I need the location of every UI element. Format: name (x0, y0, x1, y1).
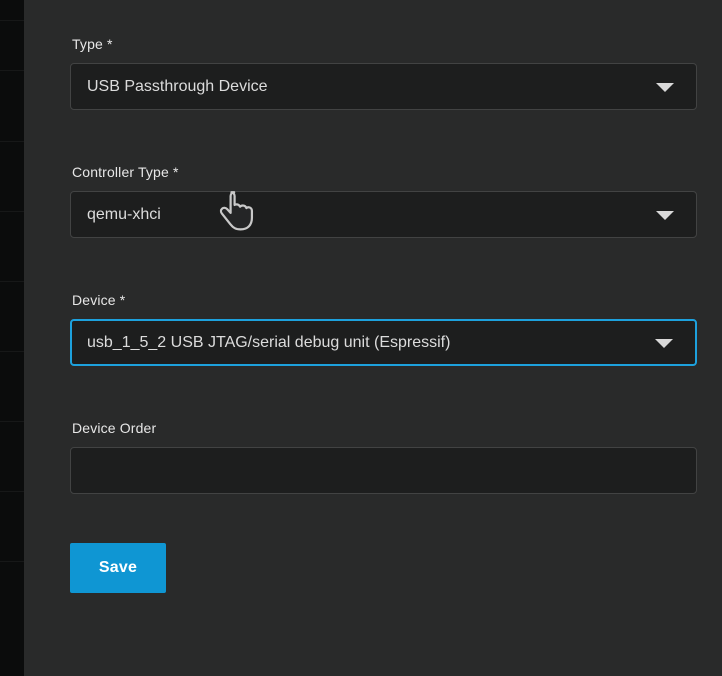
row-divider (0, 211, 24, 212)
device-select-value: usb_1_5_2 USB JTAG/serial debug unit (Es… (87, 333, 451, 351)
device-order-label: Device Order (72, 420, 157, 436)
controller-type-select-value: qemu-xhci (87, 205, 161, 223)
dropdown-arrow-icon (656, 210, 674, 220)
save-button[interactable]: Save (70, 543, 166, 593)
form-group-controller-type: Controller Type * qemu-xhci (70, 163, 697, 238)
type-label: Type * (72, 36, 113, 52)
controller-type-select[interactable]: qemu-xhci (70, 191, 697, 238)
device-form: Type * USB Passthrough Device Controller… (70, 35, 697, 593)
form-group-device: Device * usb_1_5_2 USB JTAG/serial debug… (70, 291, 697, 366)
row-divider (0, 491, 24, 492)
row-divider (0, 20, 24, 21)
row-divider (0, 141, 24, 142)
background-page-strip (0, 0, 24, 676)
device-form-panel: Type * USB Passthrough Device Controller… (24, 0, 722, 676)
row-divider (0, 561, 24, 562)
dropdown-arrow-icon (655, 338, 673, 348)
row-divider (0, 351, 24, 352)
row-divider (0, 421, 24, 422)
row-divider (0, 70, 24, 71)
type-select-value: USB Passthrough Device (87, 77, 268, 95)
row-divider (0, 281, 24, 282)
device-label: Device * (72, 292, 126, 308)
device-order-input[interactable] (70, 447, 697, 494)
form-group-type: Type * USB Passthrough Device (70, 35, 697, 110)
device-select[interactable]: usb_1_5_2 USB JTAG/serial debug unit (Es… (70, 319, 697, 366)
type-select[interactable]: USB Passthrough Device (70, 63, 697, 110)
controller-type-label: Controller Type * (72, 164, 179, 180)
form-group-device-order: Device Order (70, 419, 697, 494)
dropdown-arrow-icon (656, 82, 674, 92)
